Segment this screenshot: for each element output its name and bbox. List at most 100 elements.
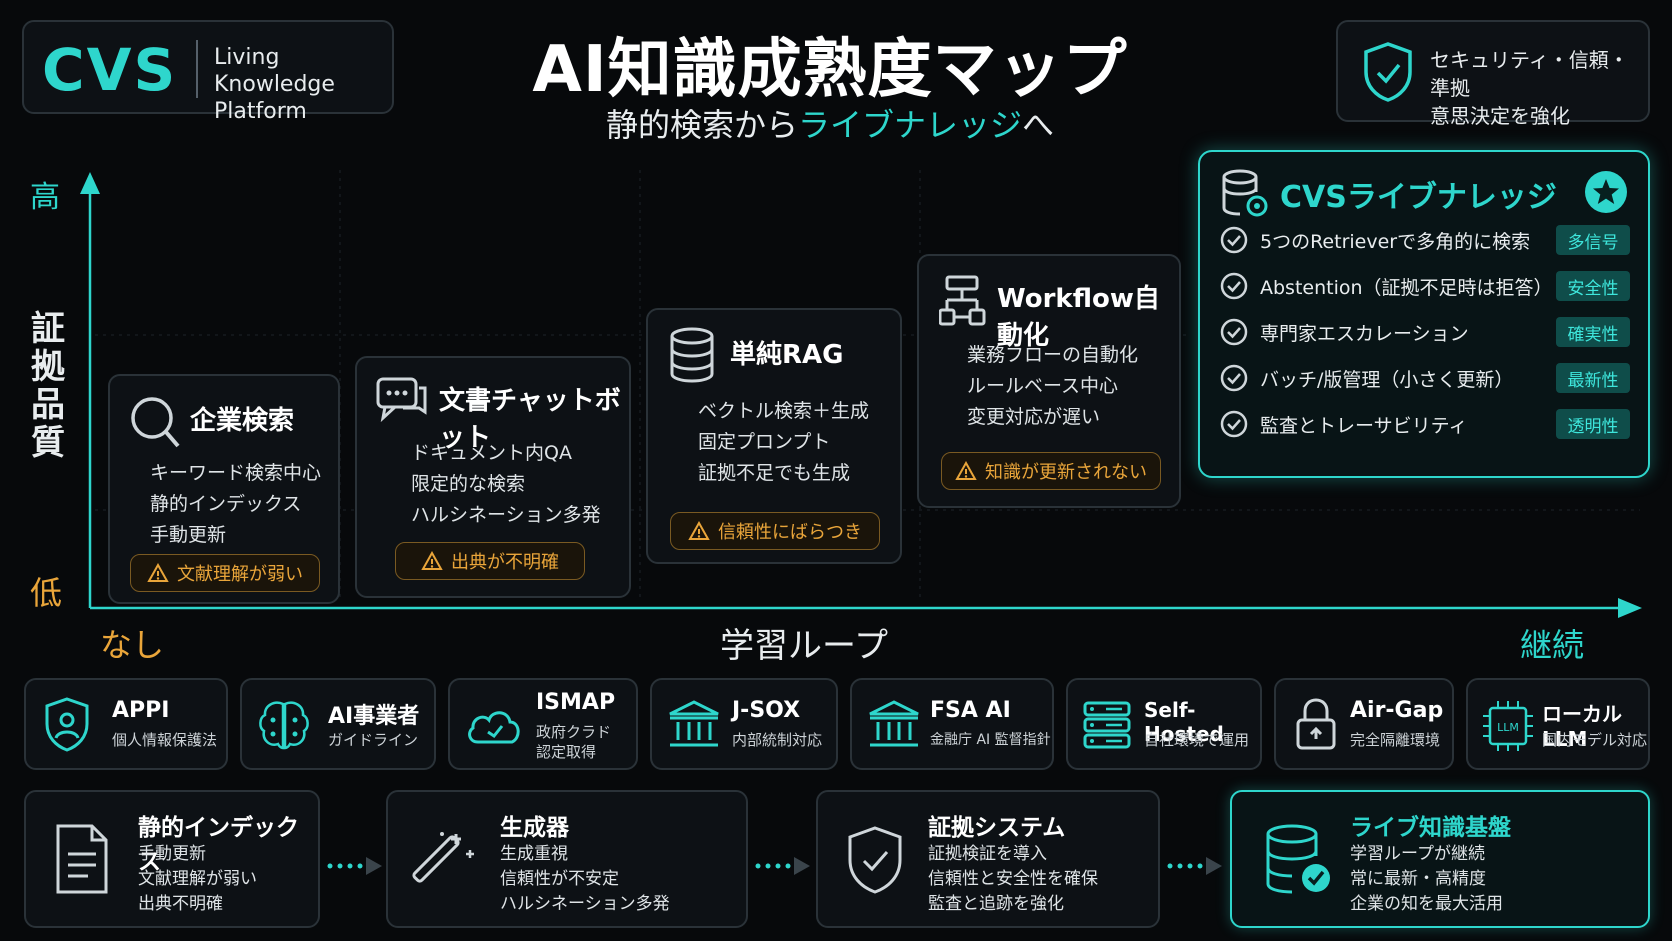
- stage-item: 限定的な検索: [411, 473, 526, 495]
- x-axis-label: 学習ループ: [720, 626, 888, 666]
- feature-row: 監査とトレーサビリティ 透明性: [1220, 404, 1630, 444]
- warning-badge: 信頼性にばらつき: [670, 512, 880, 550]
- warning-text: 信頼性にばらつき: [718, 522, 862, 543]
- compliance-sub: 個人情報保護法: [112, 731, 218, 749]
- compliance-title: ISMAP: [536, 690, 616, 715]
- evolution-card-live-knowledge: ライブ知識基盤 学習ループが継続 常に最新・高精度 企業の知を最大活用: [1230, 790, 1650, 928]
- stage-items: 業務フローの自動化 ルールベース中心 変更対応が遅い: [967, 340, 1138, 433]
- magic-wand-icon: [412, 828, 478, 894]
- feature-row: 5つのRetrieverで多角的に検索 多信号: [1220, 220, 1630, 260]
- warning-icon: [147, 563, 169, 582]
- warning-badge: 文献理解が弱い: [130, 554, 320, 592]
- warning-badge: 知識が更新されない: [941, 452, 1161, 490]
- evolution-item: 出典不明確: [138, 894, 223, 914]
- feature-row: バッチ/版管理（小さく更新） 最新性: [1220, 358, 1630, 398]
- evolution-title: 生成器: [500, 815, 569, 841]
- feature-label: 専門家エスカレーション: [1260, 322, 1469, 345]
- database-check-icon: [1262, 822, 1334, 898]
- stage-item: 変更対応が遅い: [967, 406, 1101, 428]
- stage-title: 企業検索: [190, 406, 295, 436]
- warning-text: 出典が不明確: [451, 552, 559, 573]
- check-circle-icon: [1220, 272, 1248, 300]
- stage-item: ドキュメント内QA: [411, 442, 572, 464]
- compliance-card-ai-operator: AI事業者 ガイドライン: [240, 678, 436, 770]
- stage-item: ベクトル検索＋生成: [698, 400, 870, 422]
- check-circle-icon: [1220, 318, 1248, 346]
- compliance-card-fsa-ai: FSA AI 金融庁 AI 監督指針: [850, 678, 1054, 770]
- feature-tag: 透明性: [1556, 409, 1630, 439]
- evolution-item: ハルシネーション多発: [500, 894, 670, 914]
- feature-row: Abstention（証拠不足時は拒答） 安全性: [1220, 266, 1630, 306]
- cvs-live-knowledge-card: CVSライブナレッジ 5つのRetrieverで多角的に検索 多信号 Abste…: [1198, 150, 1650, 478]
- stage-card-workflow-automation: Workflow自動化 業務フローの自動化 ルールベース中心 変更対応が遅い 知…: [917, 254, 1181, 508]
- warning-text: 知識が更新されない: [985, 462, 1147, 483]
- y-axis-high: 高: [30, 180, 60, 215]
- stage-item: ルールベース中心: [967, 375, 1119, 397]
- feature-tag: 多信号: [1556, 225, 1630, 255]
- stage-item: 業務フローの自動化: [967, 344, 1139, 366]
- flow-arrow: [754, 854, 812, 878]
- feature-tag: 安全性: [1556, 271, 1630, 301]
- stage-item: 証拠不足でも生成: [698, 462, 851, 484]
- warning-text: 文献理解が弱い: [177, 564, 303, 585]
- compliance-sub: 完全隔離環境: [1350, 731, 1441, 749]
- stage-item: ハルシネーション多発: [411, 504, 601, 526]
- chat-icon: [375, 376, 429, 424]
- compliance-card-self-hosted: Self-Hosted 自社環境で運用: [1066, 678, 1262, 770]
- stage-items: ベクトル検索＋生成 固定プロンプト 証拠不足でも生成: [698, 396, 869, 489]
- warning-icon: [955, 461, 977, 480]
- svg-text:LLM: LLM: [1497, 721, 1519, 734]
- cvs-live-title: CVSライブナレッジ: [1280, 180, 1557, 215]
- chip-icon: LLM: [1480, 698, 1536, 754]
- stage-card-enterprise-search: 企業検索 キーワード検索中心 静的インデックス 手動更新 文献理解が弱い: [108, 374, 340, 604]
- flow-arrow: [1166, 854, 1224, 878]
- compliance-card-appi: APPI 個人情報保護法: [24, 678, 228, 770]
- feature-tag: 最新性: [1556, 363, 1630, 393]
- compliance-sub: 国内モデル対応: [1542, 731, 1648, 749]
- stage-items: キーワード検索中心 静的インデックス 手動更新: [150, 458, 321, 551]
- warning-icon: [688, 521, 710, 540]
- x-axis-start: なし: [100, 626, 165, 664]
- compliance-title: FSA AI: [930, 698, 1011, 723]
- compliance-sub-line2: 認定取得: [536, 743, 597, 761]
- evolution-card-static-index: 静的インデックス 手動更新 文献理解が弱い 出典不明確: [24, 790, 320, 928]
- brain-icon: [256, 698, 312, 752]
- evolution-item: 生成重視: [500, 844, 568, 864]
- workflow-icon: [939, 274, 989, 328]
- stage-item: 手動更新: [150, 524, 227, 546]
- compliance-card-jsox: J-SOX 内部統制対応: [650, 678, 838, 770]
- evolution-item: 証拠検証を導入: [928, 844, 1047, 864]
- compliance-sub-line1: 政府クラド: [536, 723, 612, 741]
- database-settings-icon: [1220, 168, 1270, 220]
- check-circle-icon: [1220, 410, 1248, 438]
- compliance-card-air-gap: Air-Gap 完全隔離環境: [1274, 678, 1454, 770]
- evolution-item: 企業の知を最大活用: [1350, 894, 1503, 914]
- evolution-item: 信頼性が不安定: [500, 869, 619, 889]
- server-icon: [1082, 700, 1132, 750]
- stage-item: 固定プロンプト: [698, 431, 831, 453]
- compliance-sub: 内部統制対応: [732, 731, 823, 749]
- evolution-item: 信頼性と安全性を確保: [928, 869, 1098, 889]
- shield-user-icon: [42, 696, 92, 754]
- compliance-title: AI事業者: [328, 704, 420, 729]
- evolution-item: 学習ループが継続: [1350, 844, 1485, 864]
- flow-arrow: [326, 854, 384, 878]
- stage-items: ドキュメント内QA 限定的な検索 ハルシネーション多発: [411, 438, 601, 531]
- feature-label: Abstention（証拠不足時は拒答）: [1260, 276, 1553, 299]
- compliance-title: Air-Gap: [1350, 698, 1444, 723]
- evolution-items: 学習ループが継続 常に最新・高精度 企業の知を最大活用: [1350, 842, 1503, 917]
- evolution-items: 手動更新 文献理解が弱い 出典不明確: [138, 842, 257, 917]
- database-icon: [668, 326, 716, 384]
- evolution-items: 生成重視 信頼性が不安定 ハルシネーション多発: [500, 842, 670, 917]
- feature-label: バッチ/版管理（小さく更新）: [1260, 368, 1514, 391]
- shield-check-icon: [844, 824, 906, 896]
- evolution-title: 証拠システム: [928, 815, 1066, 841]
- bank-icon: [866, 698, 922, 752]
- stage-card-simple-rag: 単純RAG ベクトル検索＋生成 固定プロンプト 証拠不足でも生成 信頼性にばらつ…: [646, 308, 902, 564]
- y-axis-low: 低: [30, 574, 63, 612]
- compliance-card-local-llm: LLM ローカルLLM 国内モデル対応: [1466, 678, 1650, 770]
- stage-card-doc-chatbot: 文書チャットボット ドキュメント内QA 限定的な検索 ハルシネーション多発 出典…: [355, 356, 631, 598]
- evolution-title: ライブ知識基盤: [1350, 815, 1511, 841]
- bank-icon: [666, 698, 722, 752]
- feature-row: 専門家エスカレーション 確実性: [1220, 312, 1630, 352]
